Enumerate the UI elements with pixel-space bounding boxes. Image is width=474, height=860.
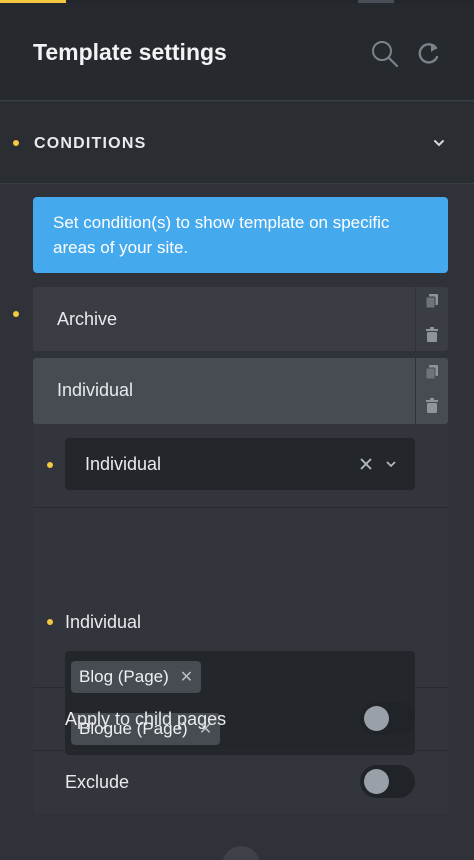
copy-icon[interactable] xyxy=(425,364,439,380)
condition-settings-panel: Individual Individual Blog (Page) ✕ Blog… xyxy=(33,424,448,814)
trash-icon[interactable] xyxy=(425,398,439,414)
individual-pages-row: Individual Blog (Page) ✕ Blogue (Page) ✕ xyxy=(33,508,448,755)
reset-icon[interactable] xyxy=(414,39,444,69)
section-label: CONDITIONS xyxy=(34,135,147,152)
panel-title: Template settings xyxy=(33,39,227,65)
type-select-row: Individual xyxy=(33,424,448,508)
select-value: Individual xyxy=(85,454,162,474)
condition-item-archive[interactable]: Archive xyxy=(33,287,415,351)
field-label: Individual xyxy=(65,612,142,632)
remove-tag-icon[interactable]: ✕ xyxy=(180,667,193,687)
exclude-row: Exclude xyxy=(33,751,448,814)
trash-icon[interactable] xyxy=(425,327,439,343)
apply-child-pages-toggle[interactable] xyxy=(360,702,415,735)
apply-child-pages-label: Apply to child pages xyxy=(65,709,227,729)
condition-label: Archive xyxy=(57,309,118,329)
modified-indicator-dot xyxy=(47,462,53,468)
condition-item-individual[interactable]: Individual xyxy=(33,358,415,424)
exclude-label: Exclude xyxy=(65,772,130,792)
panel-header: Template settings xyxy=(0,3,474,101)
condition-label: Individual xyxy=(57,380,134,400)
condition-actions xyxy=(416,358,448,424)
search-icon[interactable] xyxy=(370,39,400,69)
copy-icon[interactable] xyxy=(425,293,439,309)
close-icon[interactable] xyxy=(359,457,373,471)
chevron-down-icon[interactable] xyxy=(385,458,397,470)
condition-type-select[interactable]: Individual xyxy=(65,438,415,490)
modified-indicator-dot xyxy=(47,619,53,625)
condition-actions xyxy=(416,287,448,351)
tag-label: Blog (Page) xyxy=(79,667,169,686)
toggle-knob xyxy=(364,769,389,794)
toggle-knob xyxy=(364,706,389,731)
info-message: Set condition(s) to show template on spe… xyxy=(33,197,448,273)
add-condition-button[interactable] xyxy=(222,846,260,860)
apply-child-pages-row: Apply to child pages xyxy=(33,688,448,751)
exclude-toggle[interactable] xyxy=(360,765,415,798)
modified-indicator-dot xyxy=(13,311,19,317)
conditions-section-header[interactable]: CONDITIONS xyxy=(0,102,474,184)
chevron-down-icon[interactable] xyxy=(432,136,446,150)
modified-indicator-dot xyxy=(13,140,19,146)
